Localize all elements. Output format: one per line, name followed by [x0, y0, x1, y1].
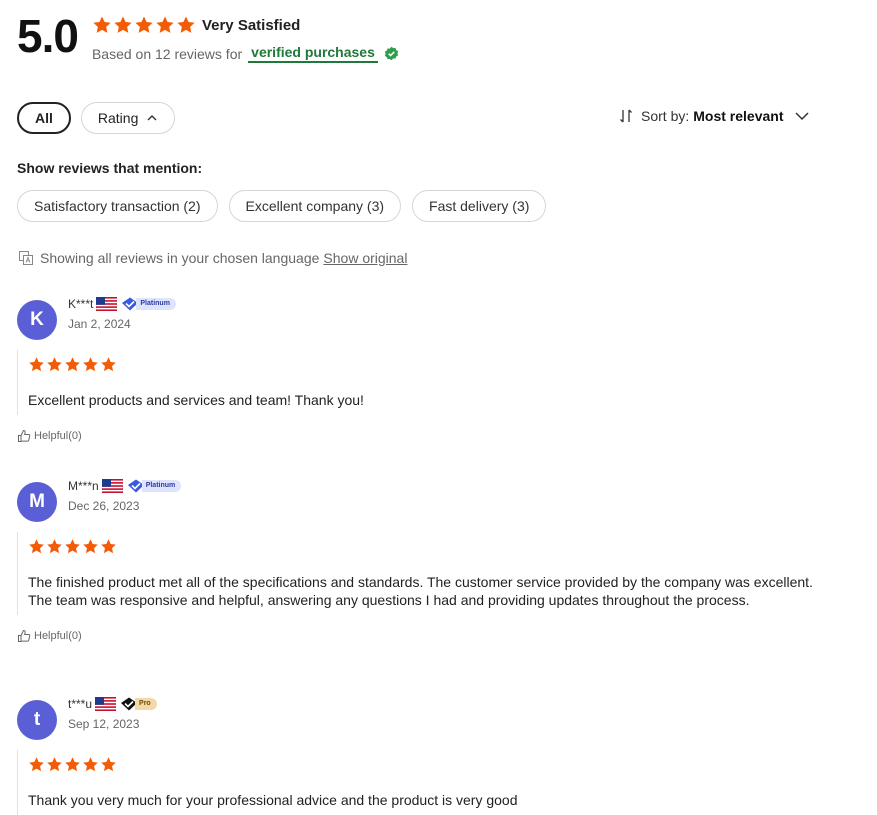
star-icon: [82, 756, 99, 773]
summary-details: Very Satisfied Based on 12 reviews for v…: [92, 8, 399, 63]
star-icon: [134, 15, 154, 35]
star-icon: [113, 15, 133, 35]
star-icon: [64, 756, 81, 773]
reviewer-name: t***u: [68, 697, 93, 711]
star-icon: [28, 356, 45, 373]
star-icon: [64, 538, 81, 555]
review-date: Jan 2, 2024: [68, 317, 131, 331]
helpful-label: Helpful(0): [34, 630, 82, 642]
sort-value: Most relevant: [693, 108, 784, 124]
badge-label: Platinum: [141, 480, 182, 492]
star-icon: [92, 15, 112, 35]
reviewer-name: K***t: [68, 297, 94, 311]
star-icon: [28, 756, 45, 773]
star-icon: [176, 15, 196, 35]
review-body: Excellent products and services and team…: [17, 350, 837, 415]
platinum-badge: Platinum: [127, 479, 182, 493]
review-text: The finished product met all of the spec…: [28, 574, 813, 608]
review-header: t t***u Pro Sep 12, 2023: [17, 696, 837, 740]
sort-icon: [620, 109, 632, 123]
review-text: Thank you very much for your professiona…: [28, 792, 518, 808]
chevron-up-icon: [147, 115, 157, 121]
star-icon: [82, 538, 99, 555]
rating-summary: 5.0 Very Satisfied Based on 12 reviews f…: [17, 8, 399, 64]
verified-purchases-link[interactable]: verified purchases: [248, 44, 378, 63]
star-icon: [64, 356, 81, 373]
helpful-button[interactable]: Helpful(0): [17, 629, 837, 643]
mention-tag[interactable]: Excellent company (3): [228, 190, 402, 222]
filter-rating-button[interactable]: Rating: [80, 102, 176, 134]
us-flag-icon: [96, 297, 117, 311]
review-filters: All Rating: [17, 102, 176, 134]
review-item: M M***n Platinum Dec 26, 2023 The finish…: [17, 478, 837, 643]
average-score: 5.0: [17, 10, 79, 62]
star-icon: [46, 538, 63, 555]
satisfaction-label: Very Satisfied: [201, 16, 301, 34]
mention-tag[interactable]: Satisfactory transaction (2): [17, 190, 218, 222]
verified-check-icon: [384, 46, 398, 61]
reviewer-meta: M***n Platinum Dec 26, 2023: [68, 478, 182, 513]
helpful-label: Helpful(0): [34, 430, 82, 442]
language-text: Showing all reviews in your chosen langu…: [40, 250, 320, 266]
reviewer-name: M***n: [68, 479, 99, 493]
review-item: t t***u Pro Sep 12, 2023 Thank you very …: [17, 696, 837, 815]
mentions-title: Show reviews that mention:: [17, 160, 203, 176]
review-date: Dec 26, 2023: [68, 499, 140, 513]
reviewer-name-row: M***n Platinum: [68, 478, 182, 494]
platinum-badge: Platinum: [121, 297, 176, 311]
thumbs-up-icon: [18, 429, 31, 442]
show-original-link[interactable]: Show original: [323, 250, 407, 266]
sort-label: Sort by:: [641, 108, 690, 124]
avatar: t: [17, 700, 57, 740]
reviewer-meta: K***t Platinum Jan 2, 2024: [68, 296, 176, 331]
review-header: K K***t Platinum Jan 2, 2024: [17, 296, 837, 340]
mention-tag[interactable]: Fast delivery (3): [412, 190, 547, 222]
star-icon: [100, 356, 117, 373]
us-flag-icon: [102, 479, 123, 493]
avatar: K: [17, 300, 57, 340]
review-stars: [28, 356, 837, 373]
badge-label: Platinum: [136, 298, 176, 310]
avatar: M: [17, 482, 57, 522]
star-icon: [28, 538, 45, 555]
chevron-down-icon: [794, 112, 809, 121]
star-icon: [100, 538, 117, 555]
thumbs-up-icon: [18, 629, 31, 642]
reviewer-name-row: K***t Platinum: [68, 296, 176, 312]
star-icon: [155, 15, 175, 35]
summary-stars: [92, 15, 196, 35]
star-icon: [46, 356, 63, 373]
filter-all-label: All: [35, 110, 53, 126]
filter-all-button[interactable]: All: [17, 102, 71, 134]
reviewer-meta: t***u Pro Sep 12, 2023: [68, 696, 157, 731]
star-icon: [100, 756, 117, 773]
filter-rating-label: Rating: [97, 110, 139, 126]
us-flag-icon: [95, 697, 116, 711]
summary-stars-row: Very Satisfied: [92, 14, 399, 36]
language-notice: Showing all reviews in your chosen langu…: [18, 250, 407, 266]
review-body: Thank you very much for your professiona…: [17, 750, 837, 815]
review-header: M M***n Platinum Dec 26, 2023: [17, 478, 837, 522]
review-stars: [28, 756, 837, 773]
star-icon: [46, 756, 63, 773]
helpful-button[interactable]: Helpful(0): [17, 429, 837, 443]
review-body: The finished product met all of the spec…: [17, 532, 837, 615]
review-stars: [28, 538, 837, 555]
based-on-line: Based on 12 reviews for verified purchas…: [92, 44, 399, 63]
review-date: Sep 12, 2023: [68, 717, 140, 731]
star-icon: [82, 356, 99, 373]
mention-tags: Satisfactory transaction (2) Excellent c…: [17, 190, 547, 222]
pro-badge: Pro: [120, 697, 157, 711]
badge-label: Pro: [135, 698, 157, 710]
review-text: Excellent products and services and team…: [28, 392, 364, 408]
translate-icon: [19, 251, 33, 265]
sort-dropdown[interactable]: Sort by: Most relevant: [618, 108, 810, 124]
reviewer-name-row: t***u Pro: [68, 696, 157, 712]
review-item: K K***t Platinum Jan 2, 2024 Excellent p…: [17, 296, 837, 443]
based-on-text: Based on 12 reviews for: [91, 45, 243, 62]
